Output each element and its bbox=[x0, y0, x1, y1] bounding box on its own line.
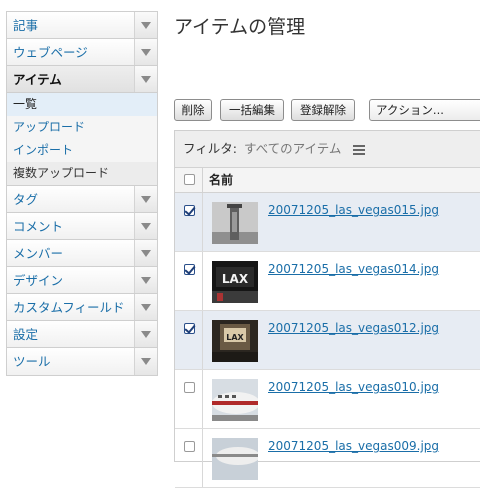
sidebar-subitem-multi-upload[interactable]: 複数アップロード bbox=[7, 162, 157, 185]
row-check-column bbox=[175, 311, 203, 369]
thumbnail-art: LAX bbox=[212, 320, 258, 362]
sidebar-subitem-upload[interactable]: アップロード bbox=[7, 116, 157, 139]
sidebar-item-assets[interactable]: アイテム bbox=[7, 66, 157, 93]
sidebar-item-label: コメント bbox=[13, 219, 64, 234]
chevron-down-icon[interactable] bbox=[134, 267, 157, 293]
chevron-down-icon[interactable] bbox=[134, 294, 157, 320]
table-row[interactable]: 20071205_las_vegas015.jpg bbox=[175, 193, 480, 252]
thumbnail-image[interactable] bbox=[212, 379, 258, 421]
chevron-down-icon[interactable] bbox=[134, 321, 157, 347]
select-all-checkbox[interactable] bbox=[184, 174, 195, 185]
bulk-edit-button[interactable]: 一括編集 bbox=[220, 99, 284, 121]
row-check-column bbox=[175, 429, 203, 487]
row-checkbox[interactable] bbox=[184, 323, 195, 334]
chevron-down-icon[interactable] bbox=[134, 186, 157, 212]
sidebar-item-label: ウェブページ bbox=[13, 45, 88, 60]
row-checkbox[interactable] bbox=[184, 205, 195, 216]
column-header-name: 名前 bbox=[209, 173, 234, 187]
sidebar: 記事 ウェブページ アイテム 一覧 アップロード インポート 複数アップロード … bbox=[6, 11, 158, 376]
sidebar-item-label: メンバー bbox=[13, 246, 64, 261]
sidebar-item-label: 記事 bbox=[13, 18, 39, 33]
unregister-button[interactable]: 登録解除 bbox=[291, 99, 355, 121]
thumbnail-image[interactable] bbox=[212, 438, 258, 480]
row-checkbox[interactable] bbox=[184, 382, 195, 393]
table-row[interactable]: 20071205_las_vegas009.jpg bbox=[175, 429, 480, 488]
list-header: 名前 bbox=[175, 168, 480, 193]
file-link[interactable]: 20071205_las_vegas010.jpg bbox=[268, 380, 439, 394]
delete-button[interactable]: 削除 bbox=[174, 99, 212, 121]
sidebar-item-label: タグ bbox=[13, 192, 39, 207]
file-link[interactable]: 20071205_las_vegas009.jpg bbox=[268, 439, 439, 453]
sidebar-item-entries[interactable]: 記事 bbox=[7, 12, 157, 39]
sidebar-item-tools[interactable]: ツール bbox=[7, 348, 157, 375]
thumbnail-art bbox=[212, 379, 258, 421]
row-checkbox[interactable] bbox=[184, 441, 195, 452]
list-icon[interactable] bbox=[353, 144, 366, 155]
sidebar-item-members[interactable]: メンバー bbox=[7, 240, 157, 267]
asset-list-panel: フィルタ: すべてのアイテム 名前 20071205_las_vegas015.… bbox=[174, 130, 480, 488]
thumbnail-art: LAX bbox=[212, 261, 258, 303]
sidebar-item-label: カスタムフィールド bbox=[13, 300, 125, 315]
sidebar-item-label: 設定 bbox=[13, 327, 39, 342]
filter-label: フィルタ: bbox=[183, 141, 237, 156]
thumbnail-image[interactable]: LAX bbox=[212, 261, 258, 303]
sidebar-item-label: ツール bbox=[13, 354, 51, 369]
chevron-down-icon[interactable] bbox=[134, 39, 157, 65]
chevron-down-icon[interactable] bbox=[134, 66, 157, 92]
sidebar-submenu: 一覧 アップロード インポート 複数アップロード bbox=[7, 93, 157, 186]
file-link[interactable]: 20071205_las_vegas014.jpg bbox=[268, 262, 439, 276]
table-row[interactable]: 20071205_las_vegas010.jpg bbox=[175, 370, 480, 429]
row-check-column bbox=[175, 193, 203, 251]
thumbnail-image[interactable] bbox=[212, 202, 258, 244]
row-check-column bbox=[175, 252, 203, 310]
sidebar-item-label: アイテム bbox=[13, 72, 62, 87]
filter-value[interactable]: すべてのアイテム bbox=[244, 141, 341, 156]
file-link[interactable]: 20071205_las_vegas012.jpg bbox=[268, 321, 439, 335]
action-select-value: アクション... bbox=[376, 103, 444, 117]
sidebar-item-design[interactable]: デザイン bbox=[7, 267, 157, 294]
table-row[interactable]: LAX 20071205_las_vegas012.jpg bbox=[175, 311, 480, 370]
sidebar-subitem-import[interactable]: インポート bbox=[7, 139, 157, 162]
row-check-column bbox=[175, 370, 203, 428]
lax-sign-text: LAX bbox=[226, 333, 244, 342]
sidebar-item-label: デザイン bbox=[13, 273, 64, 288]
chevron-down-icon[interactable] bbox=[134, 348, 157, 375]
thumbnail-image[interactable]: LAX bbox=[212, 320, 258, 362]
thumbnail-art bbox=[212, 202, 258, 244]
page-title: アイテムの管理 bbox=[174, 16, 306, 38]
header-check-column bbox=[175, 168, 203, 192]
table-row[interactable]: LAX 20071205_las_vegas014.jpg bbox=[175, 252, 480, 311]
sidebar-item-comments[interactable]: コメント bbox=[7, 213, 157, 240]
chevron-down-icon[interactable] bbox=[134, 213, 157, 239]
row-checkbox[interactable] bbox=[184, 264, 195, 275]
sidebar-item-tags[interactable]: タグ bbox=[7, 186, 157, 213]
filter-bar: フィルタ: すべてのアイテム bbox=[175, 131, 480, 168]
file-link[interactable]: 20071205_las_vegas015.jpg bbox=[268, 203, 439, 217]
thumbnail-art bbox=[212, 438, 258, 480]
sidebar-item-webpages[interactable]: ウェブページ bbox=[7, 39, 157, 66]
chevron-down-icon[interactable] bbox=[134, 240, 157, 266]
action-select[interactable]: アクション... bbox=[369, 99, 480, 121]
chevron-down-icon[interactable] bbox=[134, 12, 157, 38]
sidebar-item-custom-fields[interactable]: カスタムフィールド bbox=[7, 294, 157, 321]
sidebar-subitem-list[interactable]: 一覧 bbox=[7, 93, 157, 116]
lax-sign-text: LAX bbox=[222, 272, 249, 286]
sidebar-item-settings[interactable]: 設定 bbox=[7, 321, 157, 348]
